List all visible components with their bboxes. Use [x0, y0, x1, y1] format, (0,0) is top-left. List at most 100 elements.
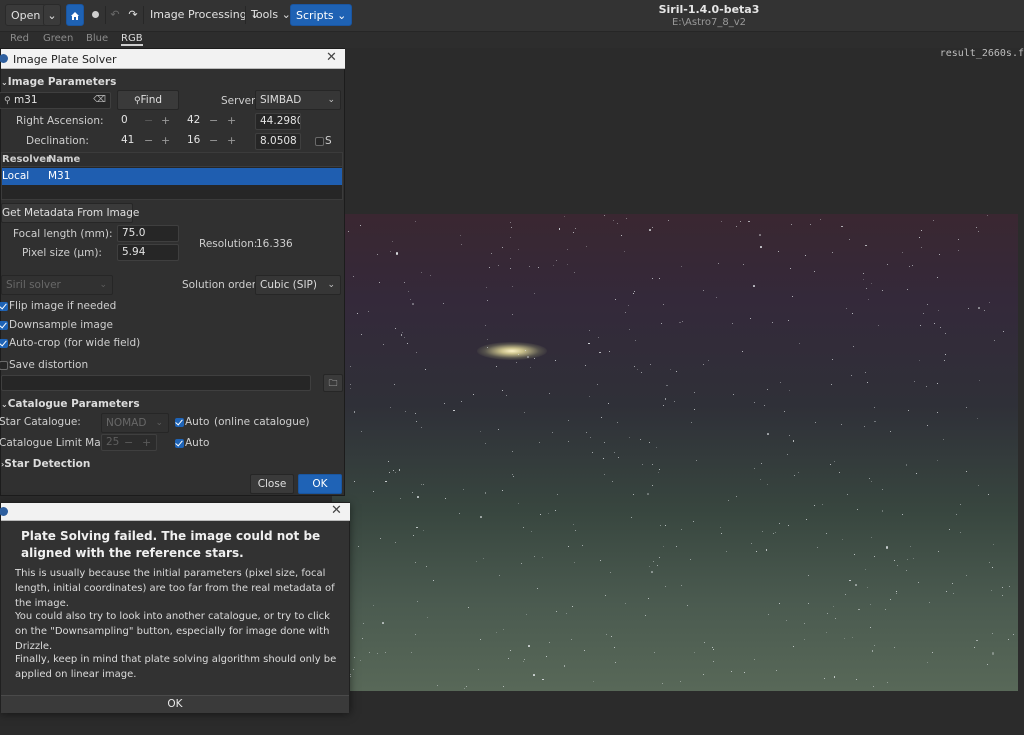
ra-hours-decrement-button[interactable]: − — [144, 114, 153, 127]
star — [495, 366, 497, 367]
star — [932, 651, 934, 653]
ra-minutes-decrement-button[interactable]: − — [209, 114, 218, 127]
star — [420, 426, 422, 428]
error-ok-label: OK — [167, 698, 183, 710]
star — [945, 353, 947, 355]
star — [616, 223, 618, 225]
get-metadata-button[interactable]: Get Metadata From Image — [1, 203, 139, 223]
downsample-checkbox[interactable] — [0, 321, 8, 330]
star — [467, 607, 469, 609]
star — [788, 435, 790, 437]
tab-green[interactable]: Green — [43, 33, 73, 44]
south-checkbox[interactable] — [315, 137, 324, 146]
star — [657, 565, 659, 567]
dec-minutes-decrement-button[interactable]: − — [209, 134, 218, 147]
tab-red[interactable]: Red — [10, 33, 29, 44]
star — [512, 476, 514, 478]
save-distortion-checkbox[interactable] — [0, 361, 8, 370]
star — [389, 250, 391, 252]
server-select[interactable]: SIMBAD ⌄ — [255, 90, 341, 110]
ra-seconds-field[interactable]: 44.2980 — [255, 113, 301, 130]
star — [686, 605, 688, 607]
star — [425, 369, 427, 370]
star — [644, 615, 646, 617]
dec-minutes-increment-button[interactable]: + — [227, 134, 236, 147]
star — [841, 539, 843, 541]
dec-degrees-increment-button[interactable]: + — [161, 134, 170, 147]
close-button[interactable]: Close — [250, 474, 294, 494]
star — [886, 263, 888, 265]
distortion-file-input[interactable] — [1, 375, 311, 391]
close-icon[interactable]: ✕ — [326, 50, 337, 65]
star — [415, 634, 416, 636]
star — [919, 237, 921, 239]
error-ok-button[interactable]: OK — [1, 695, 349, 713]
column-header-name[interactable]: Name — [48, 154, 80, 165]
star — [647, 493, 649, 495]
star — [990, 590, 992, 592]
star — [805, 254, 807, 256]
object-search-input[interactable]: ⚲ m31 ⌫ — [0, 92, 111, 109]
tab-blue[interactable]: Blue — [86, 33, 108, 44]
flip-checkbox[interactable] — [0, 302, 8, 311]
star — [823, 677, 825, 679]
find-button[interactable]: ⚲Find — [117, 90, 179, 110]
image-parameters-expander[interactable]: ⌄Image Parameters — [1, 76, 116, 88]
dialog-title: Image Plate Solver — [13, 53, 117, 66]
star — [869, 603, 871, 605]
star — [624, 602, 626, 604]
star — [778, 602, 780, 604]
star — [395, 252, 399, 255]
star — [523, 659, 525, 661]
close-icon[interactable]: ✕ — [331, 503, 342, 518]
star — [649, 441, 651, 443]
star — [728, 500, 730, 502]
pixel-size-input[interactable]: 5.94 — [117, 244, 179, 261]
star — [987, 664, 988, 666]
error-paragraph-1: This is usually because the initial para… — [15, 568, 335, 609]
dec-seconds-field[interactable]: 8.0508 — [255, 133, 301, 150]
astro-image[interactable] — [332, 214, 1018, 691]
focal-length-input[interactable]: 75.0 — [117, 225, 179, 242]
star — [666, 384, 668, 387]
star — [651, 277, 653, 279]
solver-select: Siril solver ⌄ — [1, 275, 113, 295]
star — [585, 246, 587, 248]
ra-minutes-increment-button[interactable]: + — [227, 114, 236, 127]
star — [1002, 587, 1004, 589]
star — [977, 484, 979, 486]
star — [873, 645, 875, 647]
auto-catalogue-checkbox[interactable] — [175, 418, 184, 427]
star — [570, 639, 572, 641]
star — [614, 662, 616, 664]
column-header-resolver[interactable]: Resolver — [2, 154, 51, 165]
star — [623, 250, 625, 252]
star — [902, 252, 904, 254]
table-row[interactable]: Local M31 — [2, 168, 342, 185]
tab-rgb[interactable]: RGB — [121, 33, 143, 46]
star — [787, 453, 789, 455]
dec-degrees-decrement-button[interactable]: − — [144, 134, 153, 147]
star — [717, 262, 719, 264]
browse-folder-button[interactable]: 🗀 — [323, 374, 343, 392]
auto-limit-mag-checkbox[interactable] — [175, 439, 184, 448]
ra-hours-increment-button[interactable]: + — [161, 114, 170, 127]
star — [873, 406, 876, 409]
star — [923, 312, 925, 314]
star — [849, 579, 851, 582]
star — [353, 657, 355, 659]
ok-button[interactable]: OK — [298, 474, 342, 494]
star-detection-expander[interactable]: ›Star Detection — [1, 458, 90, 470]
star — [863, 279, 864, 281]
solution-order-select[interactable]: Cubic (SIP) ⌄ — [255, 275, 341, 295]
clear-icon[interactable]: ⌫ — [93, 93, 106, 108]
catalogue-parameters-expander[interactable]: ⌄Catalogue Parameters — [1, 398, 140, 410]
star — [613, 220, 614, 222]
star — [486, 287, 487, 289]
limit-mag-value: 25 — [106, 436, 120, 448]
star — [523, 661, 525, 663]
star — [937, 382, 939, 384]
autocrop-checkbox[interactable] — [0, 339, 8, 348]
flip-label: Flip image if needed — [9, 300, 117, 312]
star — [383, 344, 385, 345]
